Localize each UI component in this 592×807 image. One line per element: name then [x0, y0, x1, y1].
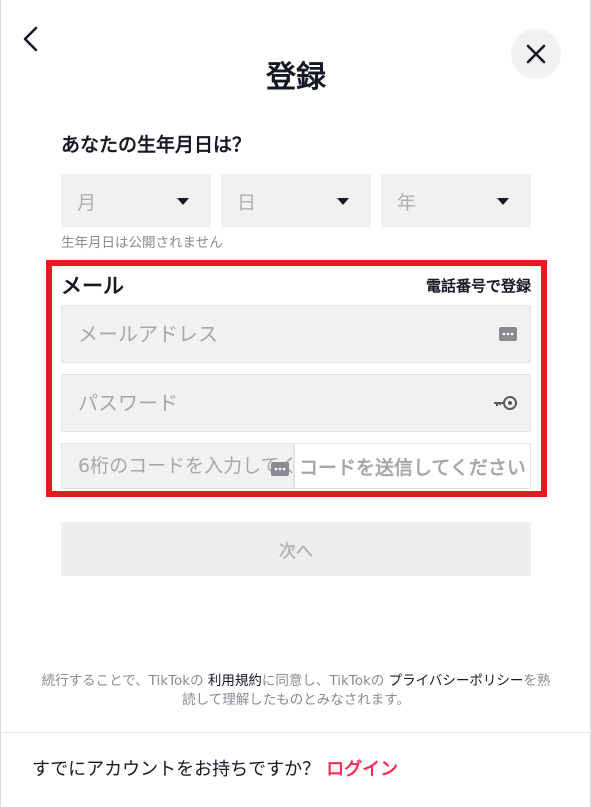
- chevron-down-icon: [337, 197, 349, 205]
- next-button[interactable]: 次へ: [61, 522, 531, 576]
- day-select-value: 日: [237, 191, 257, 214]
- login-prompt-text: すでにアカウントをお持ちですか？: [32, 759, 321, 780]
- terms-middle: に同意し、TikTokの: [261, 673, 389, 689]
- month-select[interactable]: 月: [61, 174, 211, 228]
- chevron-down-icon: [177, 197, 189, 205]
- terms-prefix: 続行することで、TikTokの: [41, 673, 208, 689]
- privacy-policy-link[interactable]: プライバシーポリシー: [389, 673, 524, 689]
- chevron-down-icon: [497, 197, 509, 205]
- month-select-value: 月: [77, 191, 97, 214]
- footer-divider: [0, 732, 592, 733]
- highlight-box: [46, 260, 547, 497]
- login-link[interactable]: ログイン: [326, 759, 398, 780]
- page-title: 登録: [266, 60, 326, 95]
- terms-of-service-link[interactable]: 利用規約: [208, 673, 262, 689]
- year-select-value: 年: [397, 191, 417, 214]
- birthdate-privacy-hint: 生年月日は公開されません: [61, 235, 223, 251]
- window-edge-left: [0, 0, 1, 807]
- terms-text: 続行することで、TikTokの 利用規約に同意し、TikTokの プライバシーポ…: [40, 672, 552, 710]
- year-select[interactable]: 年: [381, 174, 531, 228]
- day-select[interactable]: 日: [221, 174, 371, 228]
- login-prompt: すでにアカウントをお持ちですか？ ログイン: [32, 757, 398, 783]
- chevron-left-icon: [23, 26, 38, 52]
- back-button[interactable]: [18, 24, 46, 54]
- birthdate-label: あなたの生年月日は？: [61, 134, 252, 156]
